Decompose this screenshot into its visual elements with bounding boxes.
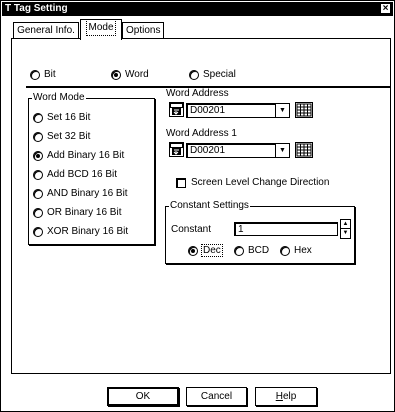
radio-xor-binary-16-bit-label: XOR Binary 16 Bit bbox=[47, 226, 129, 237]
radio-hex[interactable]: Hex bbox=[280, 245, 312, 256]
radio-and-binary-16-bit[interactable]: AND Binary 16 Bit bbox=[33, 188, 128, 199]
radio-special-label: Special bbox=[203, 69, 236, 80]
radio-set-16-bit-label: Set 16 Bit bbox=[47, 112, 91, 123]
title-bar: T Tag Setting × bbox=[2, 2, 393, 16]
radio-add-binary-16-bit-circle bbox=[33, 150, 43, 161]
device-address-1-icon[interactable] bbox=[169, 142, 184, 157]
radio-or-binary-16-bit-label: OR Binary 16 Bit bbox=[47, 207, 122, 218]
radio-set-32-bit[interactable]: Set 32 Bit bbox=[33, 131, 90, 142]
radio-set-16-bit[interactable]: Set 16 Bit bbox=[33, 112, 90, 123]
radio-bcd[interactable]: BCD bbox=[234, 245, 269, 256]
screen-level-change-box bbox=[176, 177, 186, 188]
radio-set-16-bit-circle bbox=[33, 112, 43, 123]
help-button-mnemonic: H bbox=[275, 391, 283, 402]
screen-level-change-checkbox[interactable]: Screen Level Change Direction bbox=[176, 177, 329, 188]
device-address-icon-svg bbox=[170, 103, 183, 115]
word-mode-title: Word Mode bbox=[32, 92, 86, 103]
mode-tab-panel: Bit Word Special Word Mode Set 16 Bit Se… bbox=[11, 38, 391, 374]
radio-set-32-bit-label: Set 32 Bit bbox=[47, 131, 91, 142]
cancel-button[interactable]: Cancel bbox=[186, 387, 247, 406]
constant-settings-title: Constant Settings bbox=[169, 200, 250, 211]
device-address-1-icon-svg bbox=[170, 143, 183, 155]
keypad-icon[interactable] bbox=[295, 102, 313, 118]
radio-bcd-circle bbox=[234, 245, 244, 256]
constant-spinner[interactable]: ▲ ▼ bbox=[340, 219, 351, 239]
radio-special[interactable]: Special bbox=[189, 69, 236, 80]
radio-xor-binary-16-bit[interactable]: XOR Binary 16 Bit bbox=[33, 226, 128, 237]
keypad-1-icon[interactable] bbox=[295, 142, 313, 158]
radio-add-bcd-16-bit[interactable]: Add BCD 16 Bit bbox=[33, 169, 117, 180]
screen-level-change-label: Screen Level Change Direction bbox=[191, 177, 330, 188]
keypad-icon-svg bbox=[296, 103, 312, 117]
radio-dec-circle bbox=[188, 245, 198, 256]
spin-down-icon[interactable]: ▼ bbox=[341, 229, 350, 238]
radio-word-circle bbox=[111, 69, 121, 80]
word-address-1-value: D00201 bbox=[190, 145, 226, 156]
radio-xor-binary-16-bit-circle bbox=[33, 226, 43, 237]
constant-label: Constant bbox=[171, 224, 212, 235]
window-title: T Tag Setting bbox=[5, 3, 68, 14]
radio-set-32-bit-circle bbox=[33, 131, 43, 142]
t-tag-setting-dialog: T Tag Setting × General Info. Mode Optio… bbox=[0, 0, 395, 412]
constant-value: 1 bbox=[238, 224, 244, 235]
radio-and-binary-16-bit-circle bbox=[33, 188, 43, 199]
tab-general-info-label: General Info. bbox=[17, 25, 75, 36]
tab-general-info[interactable]: General Info. bbox=[13, 22, 79, 39]
radio-dec-label: Dec bbox=[201, 244, 223, 257]
tab-mode-label: Mode bbox=[86, 19, 116, 36]
radio-word-label: Word bbox=[125, 69, 149, 80]
radio-and-binary-16-bit-label: AND Binary 16 Bit bbox=[47, 188, 128, 199]
word-address-1-label: Word Address 1 bbox=[166, 128, 237, 139]
radio-bit-circle bbox=[30, 69, 40, 80]
radio-word[interactable]: Word bbox=[111, 69, 149, 80]
close-icon[interactable]: × bbox=[380, 3, 391, 14]
radio-add-bcd-16-bit-circle bbox=[33, 169, 43, 180]
word-address-combo[interactable]: D00201 ▼ bbox=[186, 103, 290, 118]
word-address-value: D00201 bbox=[190, 105, 226, 116]
word-address-1-combo[interactable]: D00201 ▼ bbox=[186, 143, 290, 158]
spin-up-icon[interactable]: ▲ bbox=[341, 220, 350, 229]
chevron-down-icon[interactable]: ▼ bbox=[275, 104, 289, 117]
radio-add-bcd-16-bit-label: Add BCD 16 Bit bbox=[47, 169, 118, 180]
radio-special-circle bbox=[189, 69, 199, 80]
radio-or-binary-16-bit[interactable]: OR Binary 16 Bit bbox=[33, 207, 121, 218]
tab-mode[interactable]: Mode bbox=[80, 19, 122, 40]
tab-options-label: Options bbox=[126, 25, 161, 36]
radio-hex-label: Hex bbox=[294, 245, 312, 256]
radio-bit-label: Bit bbox=[44, 69, 56, 80]
radio-bcd-label: BCD bbox=[248, 245, 270, 256]
constant-input[interactable]: 1 bbox=[234, 222, 338, 236]
radio-bit[interactable]: Bit bbox=[30, 69, 56, 80]
radio-add-binary-16-bit-label: Add Binary 16 Bit bbox=[47, 150, 125, 161]
radio-dec[interactable]: Dec bbox=[188, 244, 223, 257]
radio-add-binary-16-bit[interactable]: Add Binary 16 Bit bbox=[33, 150, 124, 161]
tab-options[interactable]: Options bbox=[122, 22, 164, 39]
radio-or-binary-16-bit-circle bbox=[33, 207, 43, 218]
chevron-down-icon[interactable]: ▼ bbox=[275, 144, 289, 157]
help-button[interactable]: Help bbox=[255, 387, 317, 406]
radio-hex-circle bbox=[280, 245, 290, 256]
keypad-1-icon-svg bbox=[296, 143, 312, 157]
help-button-label: elp bbox=[282, 391, 297, 402]
device-address-icon[interactable] bbox=[169, 102, 184, 117]
ok-button[interactable]: OK bbox=[107, 387, 179, 406]
word-address-label: Word Address bbox=[166, 88, 229, 99]
